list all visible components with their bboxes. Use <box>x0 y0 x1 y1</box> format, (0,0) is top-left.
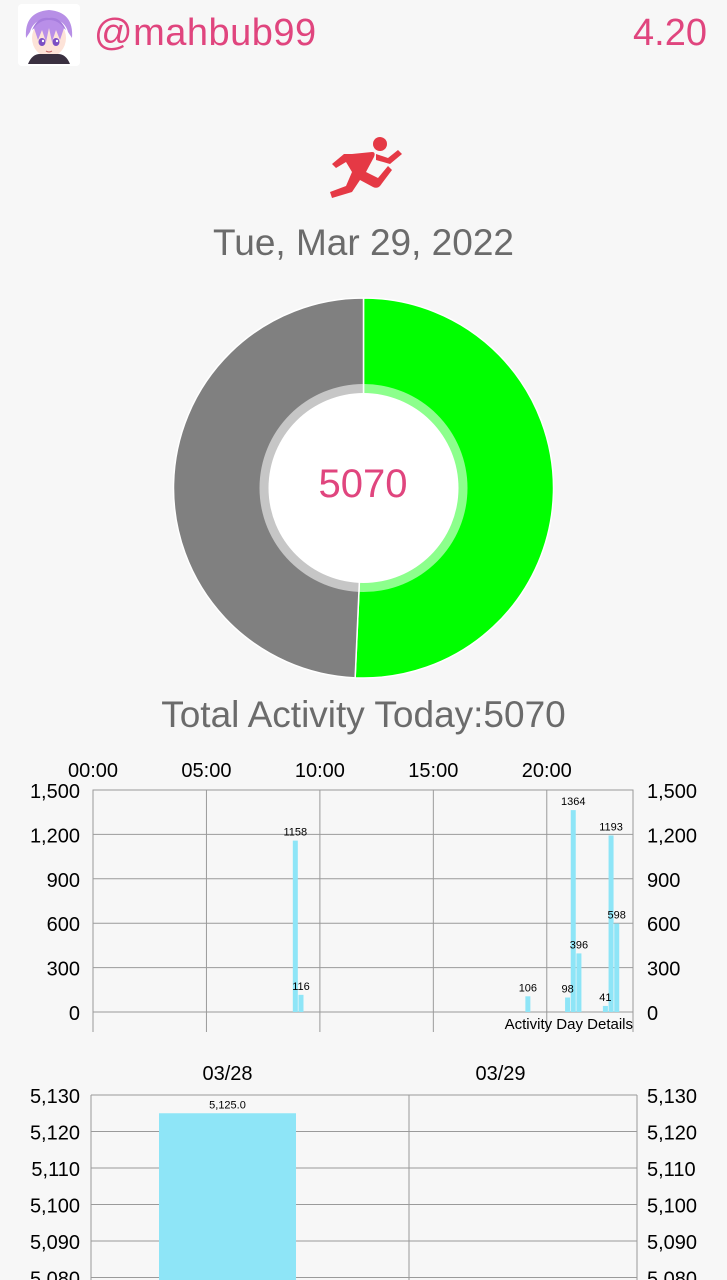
bar <box>576 953 582 1012</box>
username: @mahbub99 <box>94 12 317 54</box>
y-tick-label-left: 5,120 <box>30 1123 80 1145</box>
donut-center-value: 5070 <box>318 462 408 506</box>
header: @mahbub99 4.20 <box>0 0 727 70</box>
y-tick-label-left: 5,130 <box>30 1086 80 1108</box>
y-tick-label-right: 5,110 <box>647 1159 696 1181</box>
y-tick-label-left: 300 <box>47 959 80 981</box>
x-tick-label: 05:00 <box>181 760 231 782</box>
bar <box>608 835 614 1012</box>
bar-value-label: 98 <box>561 983 573 995</box>
daily-activity-chart: 5,080 5,080 5,090 5,090 5,100 5,100 5,110 5,110… <box>30 1063 697 1280</box>
avatar[interactable] <box>18 4 80 66</box>
activity-day-details-chart: 0 0 300 300 600 600 900 900 1,200 1,200 1,500 1,500… <box>30 760 697 1033</box>
y-tick-label-right: 5,080 <box>647 1269 697 1280</box>
bar <box>159 1113 296 1280</box>
running-person-icon <box>330 137 402 198</box>
y-tick-label-left: 5,100 <box>30 1196 80 1218</box>
y-tick-label-right: 600 <box>647 914 680 936</box>
y-tick-label-right: 5,120 <box>647 1123 697 1145</box>
bar-value-label: 41 <box>599 992 611 1004</box>
bar-value-label: 106 <box>519 982 537 994</box>
x-tick-label: 20:00 <box>522 760 572 782</box>
y-tick-label-left: 5,080 <box>30 1269 80 1280</box>
bar <box>570 810 576 1012</box>
y-tick-label-right: 1,500 <box>647 781 697 803</box>
bar-value-label: 116 <box>292 981 310 993</box>
bar <box>298 994 304 1012</box>
y-tick-label-right: 5,090 <box>647 1232 697 1254</box>
x-tick-label: 00:00 <box>68 760 118 782</box>
bar-value-label: 1158 <box>283 827 307 839</box>
bar-value-label: 1193 <box>599 821 623 833</box>
total-activity-label: Total Activity Today:5070 <box>161 694 566 735</box>
bar <box>614 923 620 1012</box>
bar-value-label: 598 <box>608 909 626 921</box>
y-tick-label-left: 0 <box>69 1003 80 1025</box>
y-tick-label-right: 1,200 <box>647 825 697 847</box>
y-tick-label-right: 5,130 <box>647 1086 697 1108</box>
y-tick-label-right: 900 <box>647 870 680 892</box>
anime-avatar-icon <box>18 4 80 66</box>
x-tick-label: 10:00 <box>295 760 345 782</box>
y-tick-label-left: 1,200 <box>30 825 80 847</box>
bar-value-label: 1364 <box>561 796 585 808</box>
y-tick-label-right: 0 <box>647 1003 658 1025</box>
y-tick-label-right: 5,100 <box>647 1196 697 1218</box>
x-category-label: 03/28 <box>202 1063 252 1085</box>
bar <box>525 996 531 1012</box>
bar-value-label: 396 <box>570 939 588 951</box>
x-tick-label: 15:00 <box>408 760 458 782</box>
version-label: 4.20 <box>633 12 707 54</box>
bar <box>602 1005 608 1012</box>
y-tick-label-left: 5,090 <box>30 1232 80 1254</box>
chart-description: Activity Day Details <box>505 1016 633 1033</box>
y-tick-label-left: 5,110 <box>31 1159 80 1181</box>
y-tick-label-left: 1,500 <box>30 781 80 803</box>
y-tick-label-left: 600 <box>47 914 80 936</box>
y-tick-label-left: 900 <box>47 870 80 892</box>
activity-date: Tue, Mar 29, 2022 <box>213 222 514 263</box>
y-tick-label-right: 300 <box>647 959 680 981</box>
x-category-label: 03/29 <box>475 1063 525 1085</box>
bar <box>565 997 571 1012</box>
bar-value-label: 5,125.0 <box>209 1099 246 1111</box>
